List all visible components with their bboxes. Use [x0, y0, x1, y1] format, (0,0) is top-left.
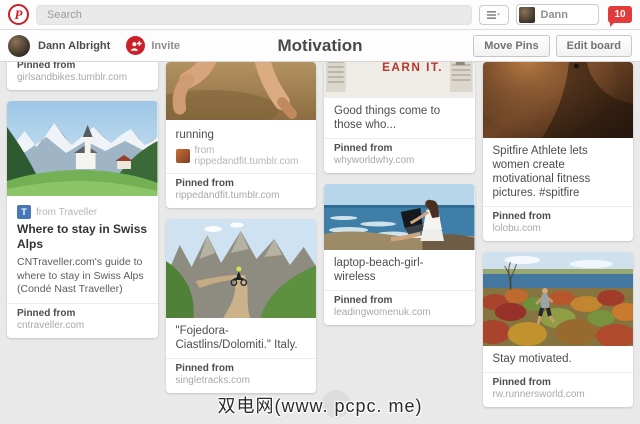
torso-illustration	[482, 62, 633, 138]
pin-title[interactable]: laptop-beach-girl-wireless	[334, 256, 465, 284]
pin-footer: Pinned from whyworldwhy.com	[324, 138, 475, 173]
pin-footer: Pinned from leadingwomenuk.com	[324, 290, 475, 325]
pin-source-domain[interactable]: singletracks.com	[176, 375, 307, 387]
pin-card-girlsandbikes[interactable]: Pinned from girlsandbikes.tumblr.com	[7, 62, 158, 90]
pin-source-domain[interactable]: leadingwomenuk.com	[334, 307, 465, 319]
pinned-from-label: Pinned from	[175, 363, 234, 374]
source-avatar-icon	[175, 149, 190, 163]
attribution-text: from rippedandfit.tumblr.com	[194, 145, 299, 167]
attribution-row: T from Traveller	[17, 205, 148, 219]
pin-card-stay-motivated[interactable]: Stay motivated. Pinned from rw.runnerswo…	[482, 252, 634, 407]
pin-column-4: Spitfire Athlete lets women create motiv…	[482, 62, 634, 424]
board-owner-name[interactable]: Dann Albright	[38, 40, 110, 52]
pin-image-fitness-torso[interactable]	[482, 62, 633, 138]
pin-source-domain[interactable]: whyworldwhy.com	[334, 155, 465, 167]
pinned-from-label: Pinned from	[492, 211, 551, 222]
user-profile-button[interactable]: Dann	[515, 4, 599, 25]
board-pins-grid: Pinned from girlsandbikes.tumblr.com T f…	[0, 62, 640, 424]
board-owner-avatar[interactable]	[8, 34, 30, 57]
pin-image-running-legs[interactable]	[165, 62, 316, 120]
pin-title[interactable]: Stay motivated.	[493, 352, 624, 366]
pin-card-earn-it[interactable]: EARN IT. Good things come to those who..…	[324, 62, 475, 173]
board-actions: Move Pins Edit board	[473, 34, 632, 57]
pin-source-domain[interactable]: cntraveller.com	[17, 320, 148, 332]
pin-title[interactable]: Where to stay in Swiss Alps	[17, 222, 148, 252]
pin-image-woman-laptop-beach[interactable]	[324, 184, 475, 250]
pin-body: laptop-beach-girl-wireless	[324, 250, 475, 290]
pin-footer: Pinned from girlsandbikes.tumblr.com	[7, 62, 158, 90]
traveller-badge-icon: T	[17, 205, 31, 219]
search-input[interactable]	[36, 4, 472, 25]
menu-button[interactable]	[478, 4, 509, 25]
pinned-from-label: Pinned from	[175, 178, 234, 189]
pin-title[interactable]: Good things come to those who...	[334, 104, 465, 132]
pin-card-running[interactable]: running from rippedandfit.tumblr.com Pin…	[165, 62, 317, 208]
pinned-from-label: Pinned from	[334, 143, 393, 154]
board-title: Motivation	[277, 35, 363, 55]
swiss-alps-illustration	[7, 101, 158, 196]
pinned-from-label: Pinned from	[17, 307, 76, 319]
hamburger-icon	[487, 10, 500, 19]
pin-image-earn-it-poster[interactable]: EARN IT.	[324, 62, 475, 98]
notification-badge[interactable]: 10	[608, 6, 632, 27]
pin-footer: Pinned from rippedandfit.tumblr.com	[165, 173, 316, 208]
running-legs-illustration	[165, 62, 316, 120]
pin-image-swiss-alps-village[interactable]	[7, 101, 158, 196]
pin-body: running from rippedandfit.tumblr.com	[166, 120, 317, 173]
pin-card-spitfire[interactable]: Spitfire Athlete lets women create motiv…	[482, 62, 634, 241]
move-pins-button[interactable]: Move Pins	[473, 34, 550, 57]
pin-body: T from Traveller Where to stay in Swiss …	[7, 196, 158, 303]
pinned-from-label: Pinned from	[17, 62, 76, 71]
pin-source-domain[interactable]: lolobu.com	[493, 223, 624, 235]
watermark: 双电网(www. pcpc. me)	[217, 396, 423, 416]
pin-body: Spitfire Athlete lets women create motiv…	[483, 138, 634, 206]
beach-illustration	[324, 184, 475, 250]
attribution-row: from rippedandfit.tumblr.com	[175, 145, 307, 167]
invite-button[interactable]	[126, 36, 146, 55]
pin-card-swiss-alps[interactable]: T from Traveller Where to stay in Swiss …	[7, 101, 158, 338]
pinned-from-label: Pinned from	[492, 377, 551, 388]
pin-footer: Pinned from lolobu.com	[482, 206, 633, 241]
pin-description: CNTraveller.com's guide to where to stay…	[17, 256, 144, 295]
pin-image-autumn-trail-runner[interactable]	[482, 252, 633, 346]
pin-footer: Pinned from singletracks.com	[165, 358, 316, 393]
board-header-bar: Dann Albright Invite Motivation Move Pin…	[0, 30, 640, 62]
pin-image-dolomites-biker[interactable]	[165, 219, 316, 318]
pinterest-logo[interactable]: P	[8, 4, 29, 25]
pin-column-2: running from rippedandfit.tumblr.com Pin…	[165, 62, 317, 424]
invite-label[interactable]: Invite	[151, 40, 180, 52]
top-navigation-bar: P Dann 10	[0, 0, 640, 30]
autumn-runner-illustration	[482, 252, 633, 346]
earn-it-text: EARN IT.	[382, 62, 443, 74]
pin-source-domain[interactable]: rippedandfit.tumblr.com	[176, 190, 307, 202]
pin-body: Stay motivated.	[483, 346, 634, 372]
pin-title[interactable]: "Fojedora-Ciastlins/Dolomiti." Italy.	[176, 324, 307, 352]
pin-footer: Pinned from cntraveller.com	[7, 302, 158, 338]
attribution-text: from Traveller	[36, 206, 98, 218]
earn-it-illustration: EARN IT.	[324, 62, 475, 98]
user-avatar	[518, 6, 535, 23]
pin-card-dolomites[interactable]: "Fojedora-Ciastlins/Dolomiti." Italy. Pi…	[165, 219, 317, 393]
pin-column-3: EARN IT. Good things come to those who..…	[324, 62, 475, 424]
pin-source-domain[interactable]: girlsandbikes.tumblr.com	[17, 72, 148, 84]
pinned-from-label: Pinned from	[334, 295, 393, 306]
pin-column-1: Pinned from girlsandbikes.tumblr.com T f…	[7, 62, 158, 424]
pin-body: Good things come to those who...	[324, 98, 475, 138]
chevron-down-icon	[497, 13, 500, 16]
dolomites-illustration	[165, 219, 316, 318]
pin-title[interactable]: running	[176, 128, 307, 142]
edit-board-button[interactable]: Edit board	[555, 34, 632, 57]
user-name: Dann	[540, 8, 569, 21]
person-plus-icon	[130, 40, 142, 51]
pin-card-beach-laptop[interactable]: laptop-beach-girl-wireless Pinned from l…	[324, 184, 475, 325]
pin-title[interactable]: Spitfire Athlete lets women create motiv…	[493, 144, 624, 200]
pin-body: "Fojedora-Ciastlins/Dolomiti." Italy.	[166, 318, 317, 358]
